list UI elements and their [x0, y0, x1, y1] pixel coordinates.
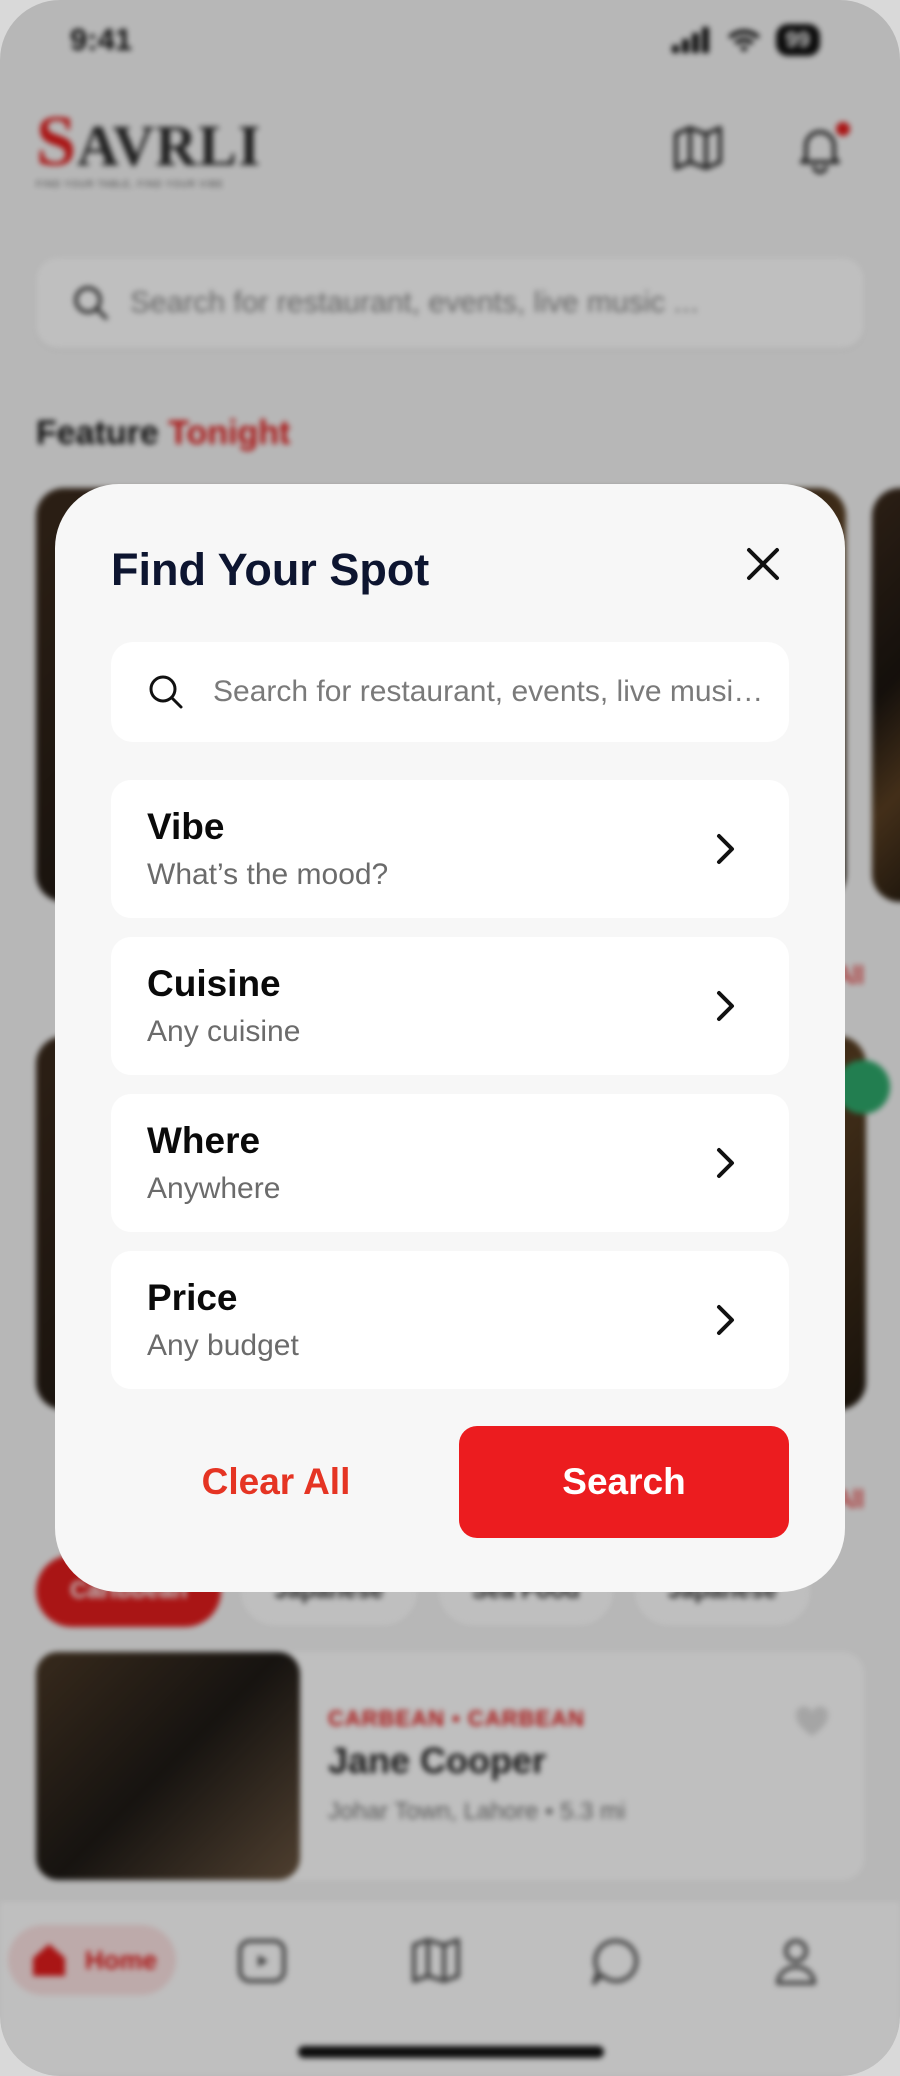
clear-all-button[interactable]: Clear All — [111, 1426, 441, 1538]
chevron-right-icon — [717, 991, 734, 1021]
filter-value: Any cuisine — [147, 1015, 301, 1048]
close-icon — [747, 548, 779, 580]
filter-where[interactable]: Where Anywhere — [111, 1094, 789, 1232]
search-button[interactable]: Search — [459, 1426, 789, 1538]
filter-label: Vibe — [147, 806, 225, 847]
filter-label: Where — [147, 1120, 261, 1161]
filter-value: What’s the mood? — [147, 858, 389, 891]
filter-price[interactable]: Price Any budget — [111, 1251, 789, 1389]
filter-cuisine[interactable]: Cuisine Any cuisine — [111, 937, 789, 1075]
close-button[interactable] — [735, 536, 791, 592]
modal-title: Find Your Spot — [111, 544, 430, 595]
filter-label: Cuisine — [147, 963, 281, 1004]
find-your-spot-modal: Find Your Spot Search for restaurant, ev… — [55, 484, 845, 1592]
filter-value: Anywhere — [147, 1172, 281, 1205]
chevron-right-icon — [717, 1305, 734, 1335]
chevron-right-icon — [717, 834, 734, 864]
search-input[interactable]: Search for restaurant, events, live musi… — [111, 642, 789, 742]
filter-value: Any budget — [147, 1329, 299, 1362]
chevron-right-icon — [717, 1148, 734, 1178]
search-icon — [149, 675, 183, 709]
filter-vibe[interactable]: Vibe What’s the mood? — [111, 780, 789, 918]
filter-label: Price — [147, 1277, 238, 1318]
search-placeholder: Search for restaurant, events, live musi… — [213, 675, 773, 708]
